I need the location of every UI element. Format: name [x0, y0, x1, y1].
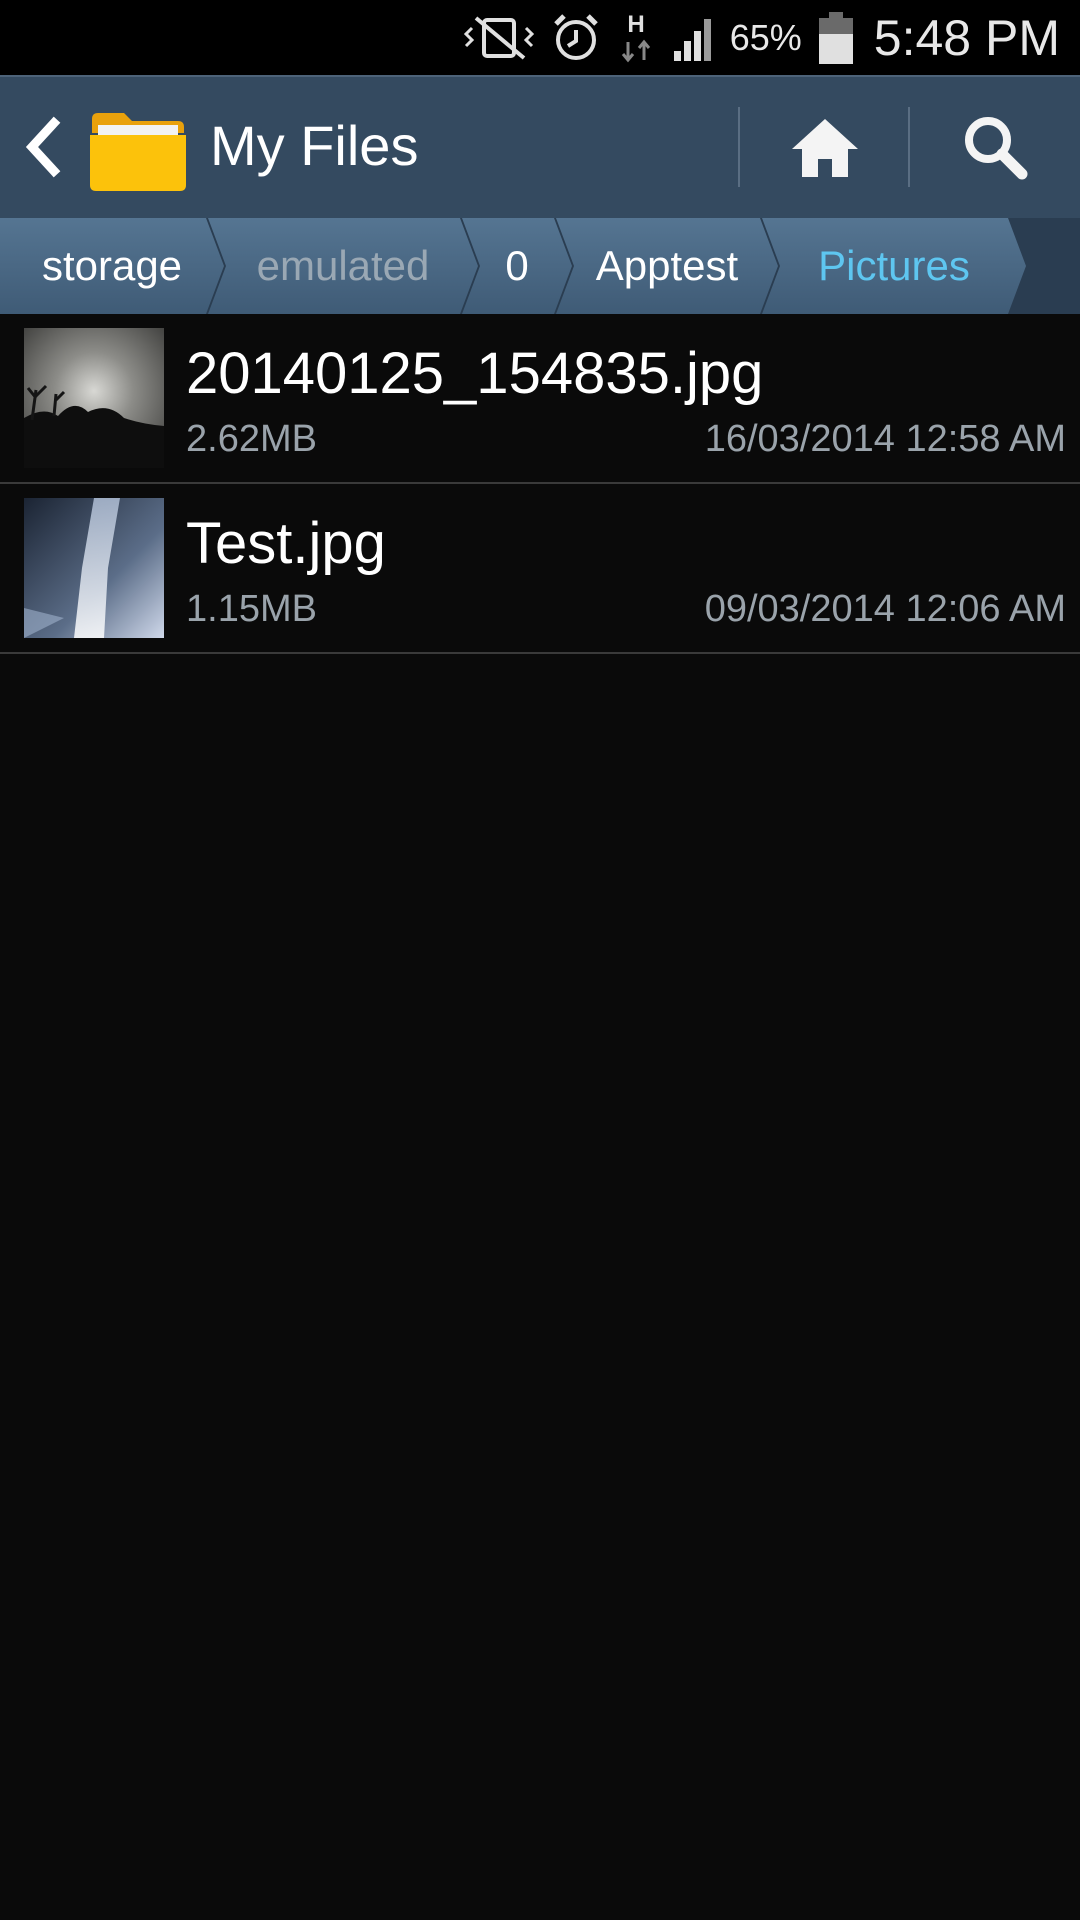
action-bar-divider [738, 107, 740, 187]
vibrate-mute-icon [462, 14, 536, 62]
list-item[interactable]: 20140125_154835.jpg 2.62MB 16/03/2014 12… [0, 314, 1080, 484]
status-bar: H 65% 5:48 PM [0, 0, 1080, 75]
breadcrumb-item-0[interactable]: 0 [462, 218, 572, 314]
breadcrumb: storage emulated 0 Apptest Pictures [0, 218, 1080, 314]
file-size: 2.62MB [186, 418, 317, 460]
breadcrumb-item-pictures[interactable]: Pictures [762, 218, 1026, 314]
action-bar: My Files [0, 75, 1080, 218]
signal-icon [670, 13, 720, 63]
list-item[interactable]: Test.jpg 1.15MB 09/03/2014 12:06 AM [0, 484, 1080, 654]
hspa-data-icon: H [616, 10, 656, 66]
battery-percent: 65% [729, 16, 802, 58]
clock: 5:48 PM [873, 9, 1060, 66]
search-button[interactable] [930, 105, 1060, 193]
breadcrumb-item-storage[interactable]: storage [0, 218, 224, 314]
home-icon [788, 115, 862, 184]
file-size: 1.15MB [186, 588, 317, 630]
file-date: 09/03/2014 12:06 AM [704, 588, 1066, 630]
file-list: 20140125_154835.jpg 2.62MB 16/03/2014 12… [0, 314, 1080, 654]
file-name: 20140125_154835.jpg [186, 341, 764, 406]
file-thumbnail [24, 328, 164, 468]
app-title: My Files [210, 114, 419, 177]
search-icon [960, 112, 1030, 187]
file-thumbnail [24, 498, 164, 638]
breadcrumb-item-apptest[interactable]: Apptest [556, 218, 778, 314]
home-button[interactable] [760, 105, 890, 193]
svg-text:H: H [627, 11, 644, 38]
action-bar-divider [908, 107, 910, 187]
battery-icon [816, 10, 856, 66]
file-name: Test.jpg [186, 511, 386, 576]
breadcrumb-item-emulated[interactable]: emulated [208, 218, 478, 314]
folder-icon [88, 105, 188, 193]
back-icon[interactable] [18, 107, 68, 187]
file-date: 16/03/2014 12:58 AM [704, 418, 1066, 460]
alarm-icon [550, 12, 602, 64]
